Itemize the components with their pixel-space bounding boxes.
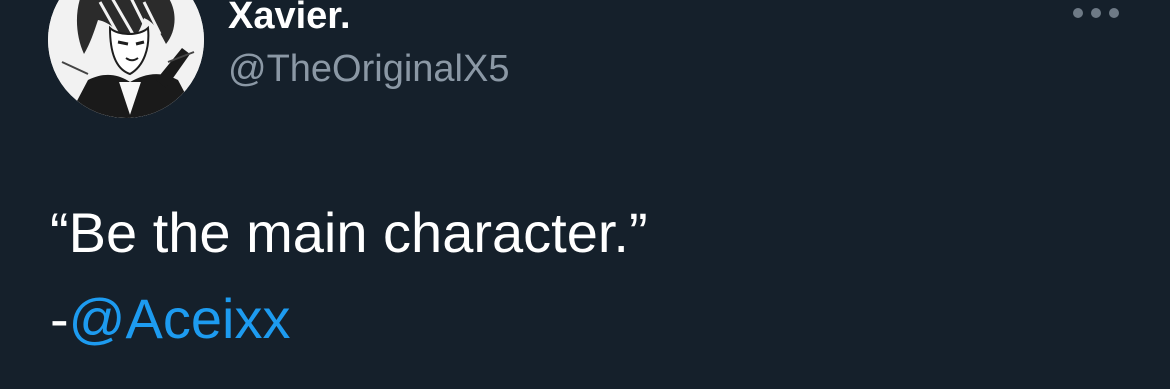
attribution-prefix: - xyxy=(50,287,69,350)
avatar[interactable] xyxy=(48,0,204,118)
display-name[interactable]: Xavier. xyxy=(228,0,351,38)
user-handle[interactable]: @TheOriginalX5 xyxy=(228,46,509,92)
manga-portrait-avatar-icon xyxy=(48,0,204,118)
tweet: Xavier. @TheOriginalX5 “Be the main char… xyxy=(0,0,1170,389)
tweet-attribution: -@Aceixx xyxy=(50,276,648,362)
more-horizontal-icon xyxy=(1073,8,1119,18)
mention-link[interactable]: @Aceixx xyxy=(69,287,291,350)
more-options-button[interactable] xyxy=(1068,0,1124,28)
tweet-text: “Be the main character.” -@Aceixx xyxy=(50,190,648,362)
tweet-quote: “Be the main character.” xyxy=(50,201,648,264)
